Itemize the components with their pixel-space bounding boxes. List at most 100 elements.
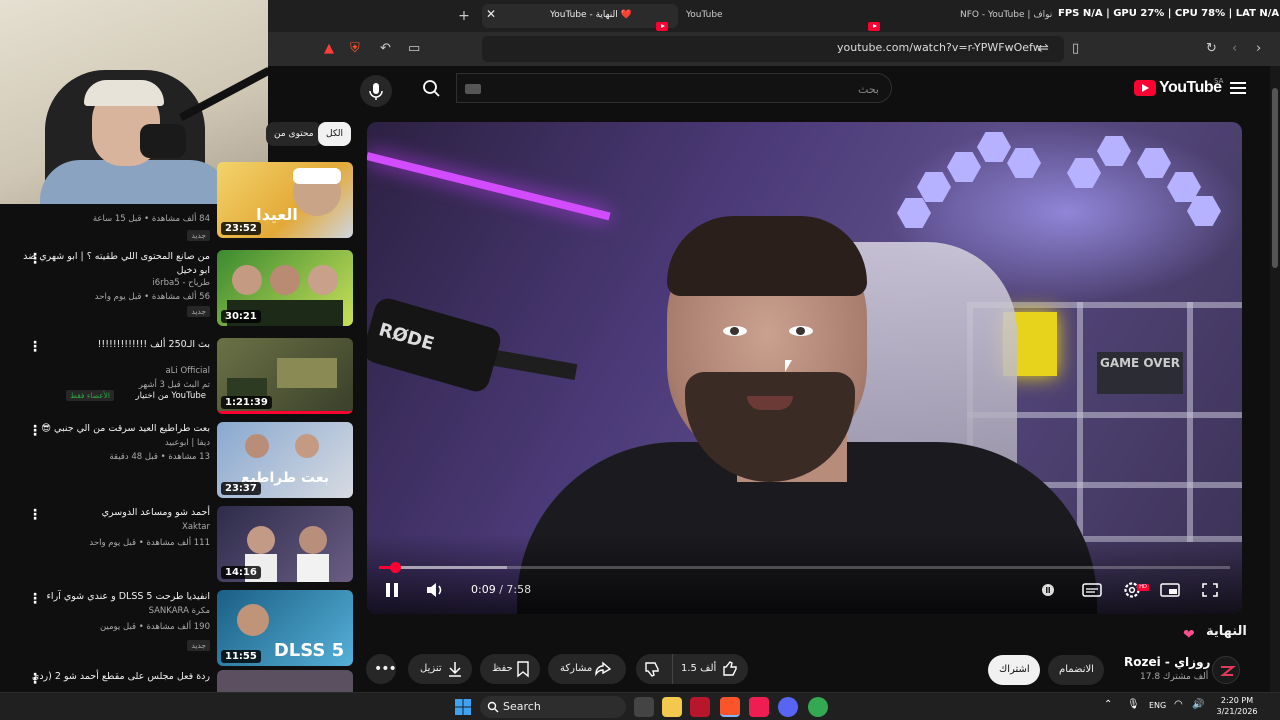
discord-icon[interactable] bbox=[778, 697, 798, 717]
video-title[interactable]: بعت طراطيع العيد سرقت من الي جنبي 😎 bbox=[10, 422, 210, 436]
cast-icon[interactable]: ▭ bbox=[408, 41, 420, 56]
channel-name[interactable]: مكرة SANKARA bbox=[10, 606, 210, 616]
dislike-button[interactable] bbox=[636, 654, 668, 684]
list-item[interactable]: ⋮ أحمد شو ومساعد الدوسري Xaktar 111 ألف … bbox=[0, 506, 356, 588]
list-item[interactable]: العيدا 23:52 84 ألف مشاهدة • قبل 15 ساعة… bbox=[0, 162, 356, 244]
share-button[interactable]: مشاركة bbox=[548, 654, 626, 684]
duration-badge: 23:52 bbox=[221, 222, 261, 235]
search-input[interactable] bbox=[499, 80, 879, 98]
video-thumbnail[interactable]: 1:21:39 bbox=[217, 338, 353, 414]
channel-avatar[interactable] bbox=[1212, 656, 1240, 684]
mouse-cursor-icon bbox=[785, 360, 792, 372]
pause-button[interactable] bbox=[379, 578, 405, 602]
adobe-app-icon[interactable] bbox=[690, 697, 710, 717]
channel-name[interactable]: ديفا | ابوعبيد bbox=[10, 438, 210, 448]
chip-channel-content[interactable]: محتوى من bbox=[266, 122, 322, 146]
tray-chevron-icon[interactable]: ⌃ bbox=[1104, 699, 1112, 710]
fullscreen-icon bbox=[1202, 583, 1218, 597]
video-thumbnail[interactable]: 30:21 bbox=[217, 250, 353, 326]
video-title[interactable]: ردة فعل مجلس على مقطع أحمد شو 2 (ردي bbox=[10, 670, 210, 684]
keyboard-icon[interactable] bbox=[465, 84, 481, 94]
video-title[interactable]: من صانع المحتوى اللي طقيته ؟ | ابو شهري … bbox=[10, 250, 210, 278]
speaker-icon[interactable]: 🔊 bbox=[1192, 699, 1204, 710]
video-thumbnail[interactable] bbox=[217, 670, 353, 692]
page-scrollbar-thumb[interactable] bbox=[1272, 88, 1278, 268]
reload-icon[interactable]: ↻ bbox=[1206, 41, 1217, 56]
taskbar-clock[interactable]: 2:20 PM 3/21/2026 bbox=[1214, 695, 1260, 717]
save-button[interactable]: حفظ bbox=[480, 654, 540, 684]
progress-bar[interactable] bbox=[379, 562, 1230, 573]
url-text[interactable]: youtube.com/watch?v=r-YPWFwOefw bbox=[837, 41, 1042, 54]
brave-browser-icon[interactable] bbox=[720, 697, 740, 717]
hamburger-menu-icon[interactable] bbox=[1230, 82, 1246, 94]
webcam-person-cap bbox=[84, 80, 164, 106]
list-item[interactable]: ⋮ انفيديا طرحت DLSS 5 و عندي شوي آراء مك… bbox=[0, 590, 356, 672]
download-button[interactable]: تنزيل bbox=[408, 654, 472, 684]
country-code: SA bbox=[1214, 77, 1224, 85]
list-item[interactable]: ⋮ ردة فعل مجلس على مقطع أحمد شو 2 (ردي bbox=[0, 670, 356, 692]
clock-time: 2:20 PM bbox=[1220, 696, 1254, 705]
channel-name[interactable]: aLi Official bbox=[10, 366, 210, 376]
tab-title-2[interactable]: YouTube bbox=[686, 10, 723, 20]
bookmark-icon[interactable]: ▯ bbox=[1072, 41, 1079, 56]
video-thumbnail[interactable]: 14:16 bbox=[217, 506, 353, 582]
heart-emoji-icon: ❤ bbox=[1183, 627, 1195, 643]
webcam-microphone bbox=[140, 124, 186, 158]
recommendations-list: العيدا 23:52 84 ألف مشاهدة • قبل 15 ساعة… bbox=[0, 160, 356, 692]
forward-icon[interactable]: ‹ bbox=[1232, 41, 1237, 56]
autoplay-toggle[interactable] bbox=[1035, 578, 1061, 602]
list-item[interactable]: ⋮ بث الـ250 ألف !!!!!!!!!!!!! aLi Offici… bbox=[0, 338, 356, 420]
video-title[interactable]: بث الـ250 ألف !!!!!!!!!!!!! bbox=[10, 338, 210, 352]
wifi-icon[interactable]: ◠ bbox=[1174, 699, 1183, 710]
language-indicator[interactable]: ENG bbox=[1149, 701, 1166, 710]
thumbs-down-icon bbox=[645, 662, 659, 677]
site-settings-icon[interactable]: ⇌ bbox=[1038, 41, 1049, 56]
share-page-icon[interactable]: ↶ bbox=[380, 41, 391, 56]
new-badge: جديد bbox=[187, 230, 210, 241]
windows-start-icon[interactable] bbox=[454, 698, 472, 716]
task-view-icon[interactable] bbox=[634, 697, 654, 717]
video-title[interactable]: انفيديا طرحت DLSS 5 و عندي شوي آراء bbox=[10, 590, 210, 604]
search-button[interactable] bbox=[414, 73, 448, 103]
channel-name[interactable]: طرياح - i6rba5 bbox=[10, 278, 210, 288]
like-button[interactable]: 1.5 ألف bbox=[672, 654, 748, 684]
new-badge: جديد bbox=[187, 640, 210, 651]
subtitles-button[interactable] bbox=[1079, 578, 1105, 602]
video-frame-shelf-divider bbox=[1187, 302, 1193, 542]
tray-mic-icon[interactable]: 🎙 bbox=[1127, 699, 1140, 710]
file-explorer-icon[interactable] bbox=[662, 697, 682, 717]
taskbar-search[interactable]: Search bbox=[480, 696, 626, 718]
video-meta: 190 ألف مشاهدة • قبل يومين bbox=[99, 622, 210, 632]
video-meta: 56 ألف مشاهدة • قبل يوم واحد bbox=[94, 292, 210, 302]
tab-title-3[interactable]: NFO - YouTube | نواف bbox=[960, 10, 1052, 20]
list-item[interactable]: ⋮ من صانع المحتوى اللي طقيته ؟ | ابو شهر… bbox=[0, 250, 356, 332]
chip-all[interactable]: الكل bbox=[318, 122, 352, 146]
tiktok-icon[interactable] bbox=[749, 697, 769, 717]
channel-name-main[interactable]: Rozei - روزاي bbox=[1124, 655, 1210, 669]
close-tab-icon[interactable]: ✕ bbox=[486, 7, 496, 21]
video-player[interactable]: GAME OVER RØDE 0:09 / 7:58 HD bbox=[367, 122, 1242, 614]
fullscreen-button[interactable] bbox=[1197, 578, 1223, 602]
new-tab-button[interactable]: + bbox=[456, 8, 472, 24]
channel-name[interactable]: Xaktar bbox=[10, 522, 210, 532]
brave-rewards-icon[interactable]: ▲ bbox=[324, 41, 334, 56]
voice-search-button[interactable] bbox=[360, 75, 392, 107]
video-thumbnail[interactable]: بعت طراطيع 23:37 bbox=[217, 422, 353, 498]
video-title[interactable]: أحمد شو ومساعد الدوسري bbox=[10, 506, 210, 520]
video-thumbnail[interactable]: DLSS 5 11:55 bbox=[217, 590, 353, 666]
page-scrollbar[interactable] bbox=[1270, 66, 1280, 692]
more-actions-button[interactable]: ••• bbox=[366, 654, 397, 684]
miniplayer-button[interactable] bbox=[1157, 578, 1183, 602]
mic-brand: RØDE bbox=[376, 319, 437, 356]
youtube-favicon-icon bbox=[868, 21, 880, 31]
app-icon[interactable] bbox=[808, 697, 828, 717]
youtube-logo[interactable]: YouTube SA bbox=[1134, 77, 1224, 97]
subscribe-button[interactable]: اشتراك bbox=[988, 655, 1040, 685]
back-icon[interactable]: › bbox=[1256, 41, 1261, 56]
video-thumbnail[interactable]: العيدا 23:52 bbox=[217, 162, 353, 238]
join-button[interactable]: الانضمام bbox=[1048, 655, 1104, 685]
tab-title-active[interactable]: YouTube - النهاية ❤️ bbox=[550, 10, 632, 20]
volume-button[interactable] bbox=[422, 578, 448, 602]
list-item[interactable]: ⋮ بعت طراطيع العيد سرقت من الي جنبي 😎 دي… bbox=[0, 422, 356, 504]
brave-shields-icon[interactable]: ⛨ bbox=[350, 41, 360, 56]
